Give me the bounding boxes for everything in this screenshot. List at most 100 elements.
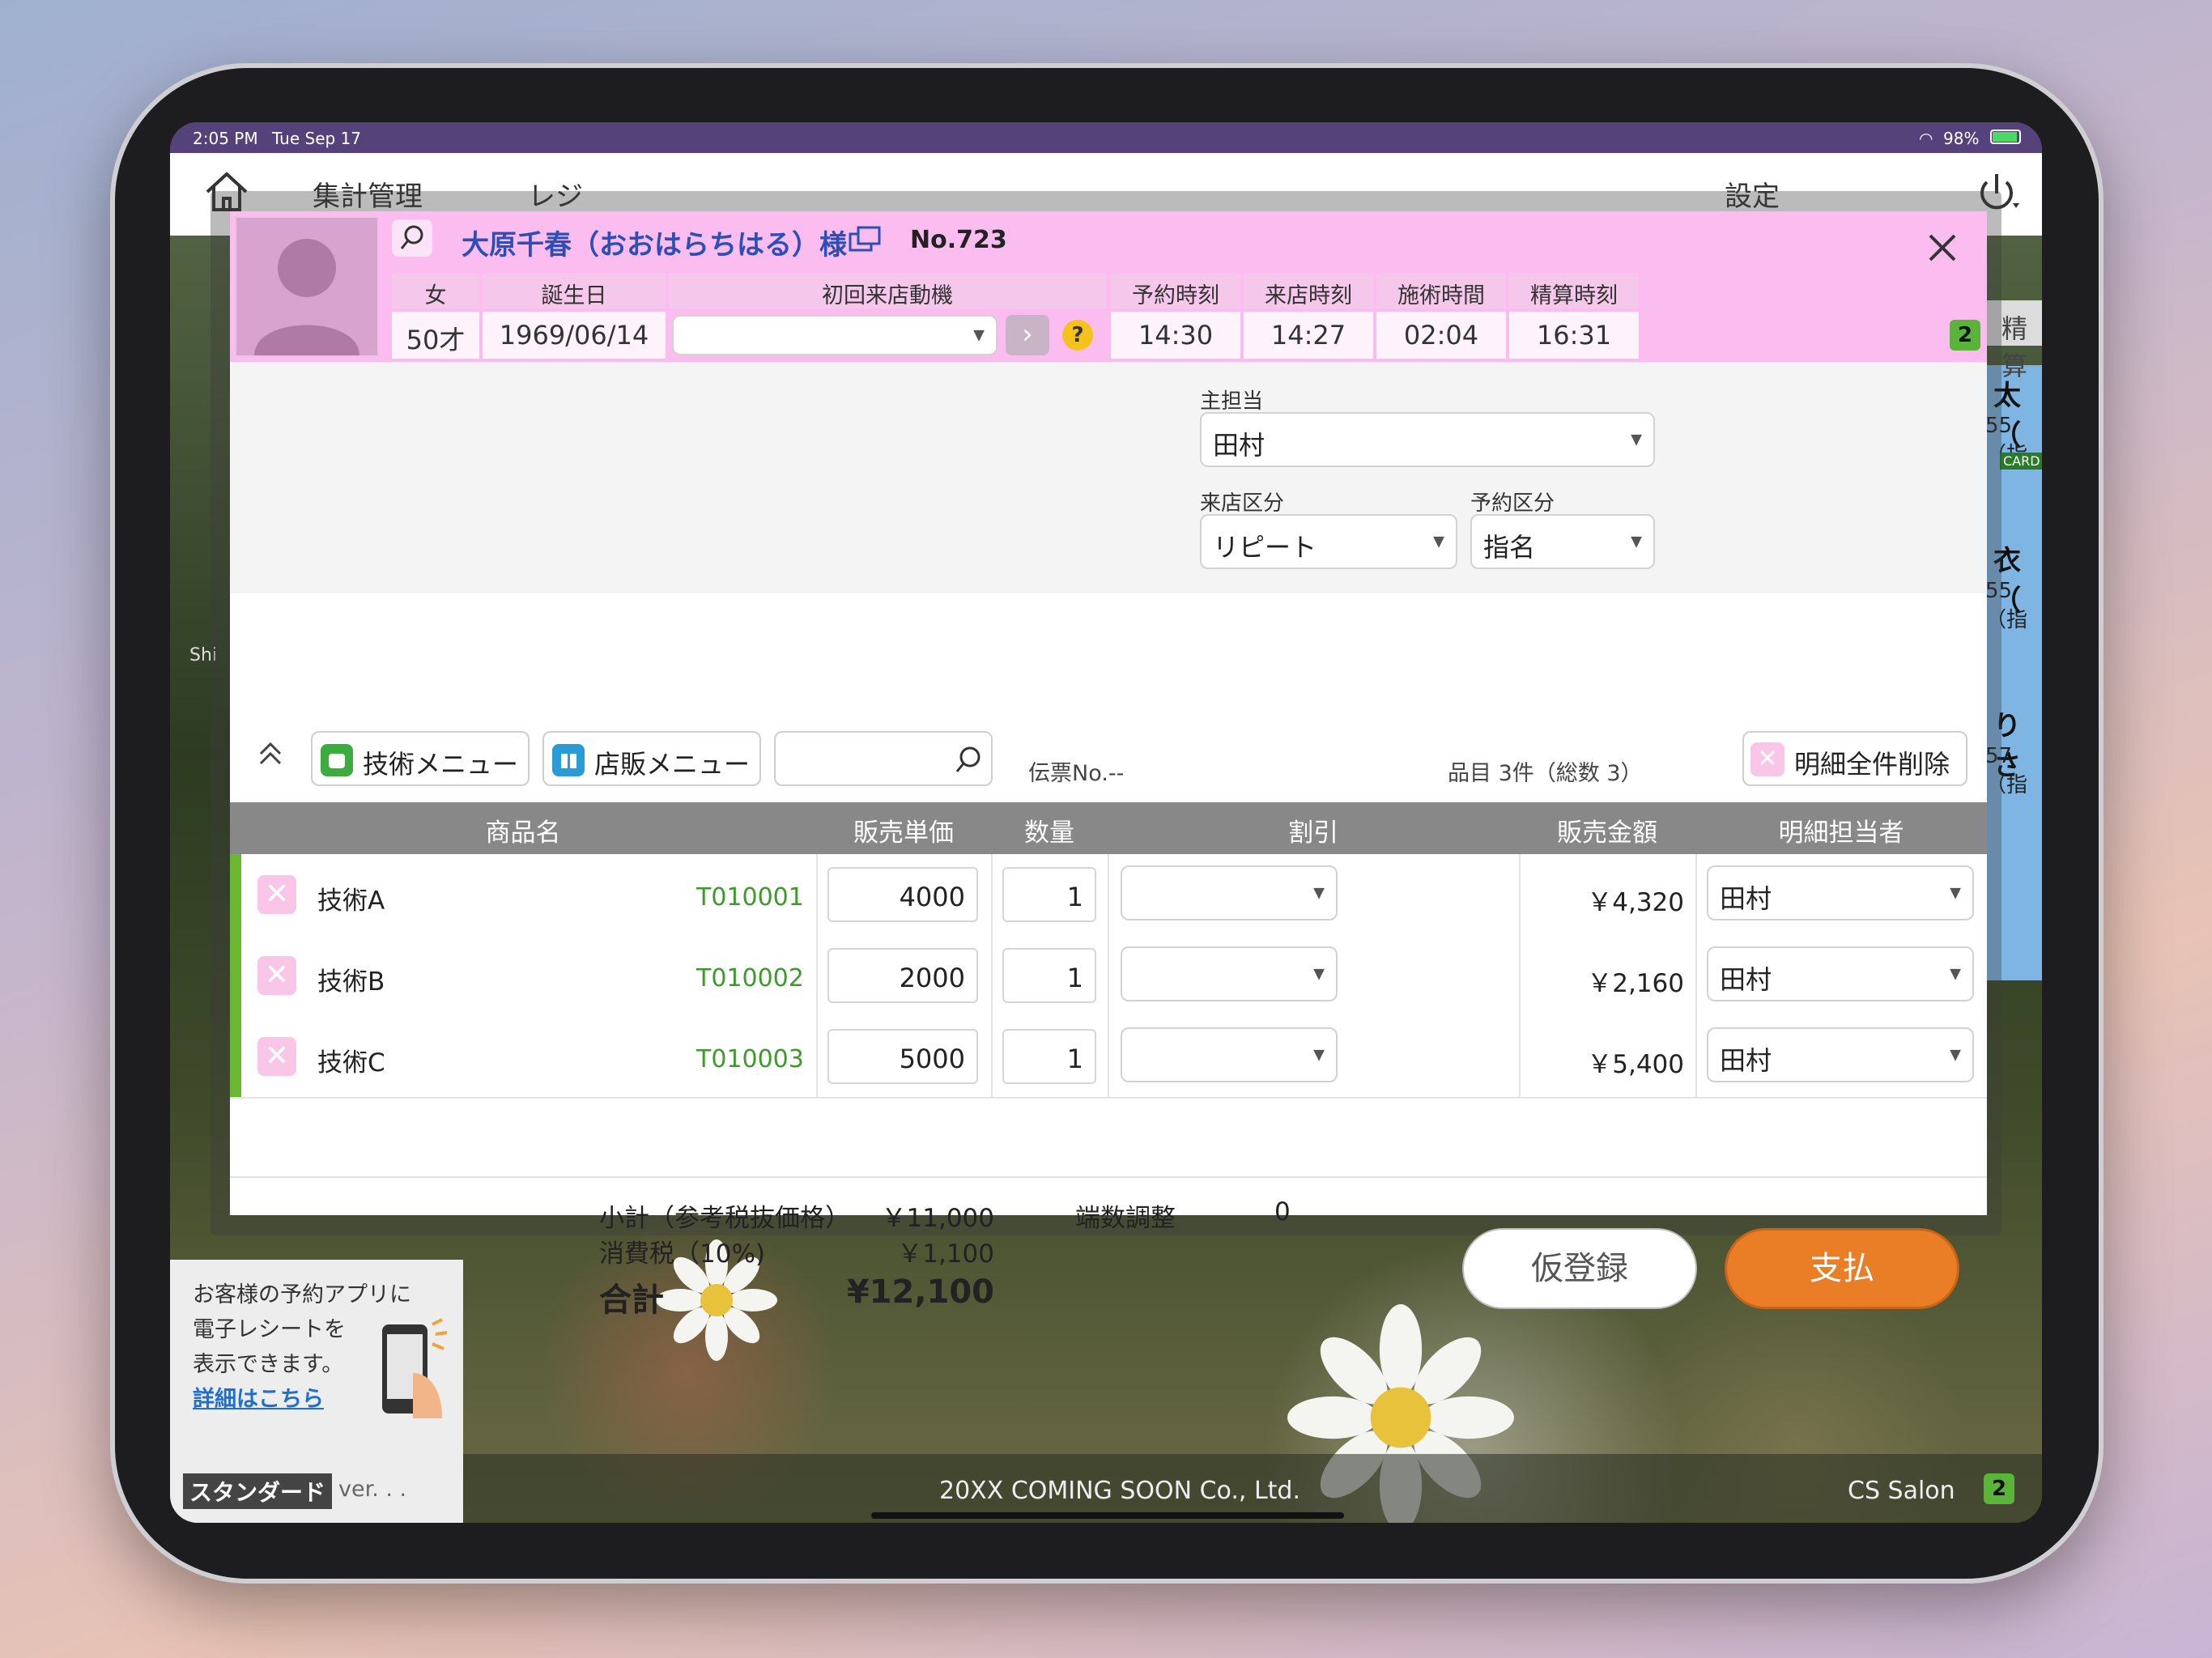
battery-icon: [1990, 130, 2021, 144]
salon-name: CS Salon: [1848, 1477, 1955, 1505]
row-price-input[interactable]: 2000: [827, 948, 978, 1003]
row-item-name: 技術C: [317, 1048, 385, 1078]
birthday-value: 1969/06/14: [483, 312, 666, 359]
collapse-up-icon[interactable]: [254, 738, 287, 770]
notification-badge[interactable]: 2: [1984, 1473, 2014, 1504]
row-amount: ￥4,320: [1587, 888, 1684, 917]
row-amount: ￥2,160: [1587, 969, 1684, 998]
row-discount-select[interactable]: ▼: [1121, 865, 1338, 920]
tax-value: ￥1,100: [897, 1239, 994, 1269]
pay-button[interactable]: 支払: [1725, 1228, 1959, 1309]
reservation-type-value: 指名: [1483, 532, 1536, 563]
customer-number: No.723: [910, 226, 1007, 254]
plan-badge: スタンダード: [183, 1473, 333, 1509]
home-indicator[interactable]: [871, 1512, 1344, 1519]
search-icon[interactable]: [392, 219, 432, 257]
tax-label: 消費税（10%): [599, 1239, 765, 1269]
visit-type-select[interactable]: リピート ▼: [1200, 514, 1457, 569]
version-label: ver. . .: [338, 1477, 407, 1502]
remove-row-icon[interactable]: ✕: [257, 1037, 296, 1076]
remove-row-icon[interactable]: ✕: [257, 956, 296, 995]
row-item-code: T010003: [696, 1045, 804, 1073]
row-discount-select[interactable]: ▼: [1121, 1027, 1338, 1082]
row-qty-input[interactable]: 1: [1002, 867, 1096, 922]
row-item-name: 技術A: [317, 886, 385, 916]
remove-row-icon[interactable]: ✕: [257, 875, 296, 914]
row-staff-select[interactable]: 田村 ▼: [1707, 865, 1974, 920]
dropdown-arrow-icon: ▼: [1950, 965, 1961, 983]
row-indicator: [230, 1016, 241, 1097]
reservation-type-label: 予約区分: [1470, 491, 1555, 516]
customer-name[interactable]: 大原千春（おおはらちはる）様: [462, 223, 847, 262]
row-staff-value: 田村: [1720, 964, 1772, 995]
row-price-input[interactable]: 4000: [827, 867, 978, 922]
product-search-input[interactable]: [774, 731, 993, 786]
chevron-right-icon[interactable]: ›: [1006, 315, 1049, 355]
gender-cell: 女: [392, 273, 479, 308]
main-staff-select[interactable]: 田村 ▼: [1200, 412, 1655, 467]
delete-all-button[interactable]: ✕ 明細全件削除: [1742, 731, 1967, 786]
dropdown-arrow-icon: ▼: [1631, 533, 1642, 551]
row-indicator: [230, 935, 241, 1016]
status-date: Tue Sep 17: [272, 129, 362, 148]
time-value-reserved: 14:30: [1111, 312, 1240, 359]
row-amount: ￥5,400: [1587, 1050, 1684, 1079]
checkout-modal: 大原千春（おおはらちはる）様 No.723 女 誕生日 初回来店動機 50才 1…: [230, 211, 1987, 1319]
retail-menu-button[interactable]: 店販メニュー: [542, 731, 761, 786]
tech-menu-label: 技術メニュー: [363, 749, 519, 780]
dropdown-arrow-icon: ▼: [973, 326, 985, 344]
close-icon[interactable]: [1922, 227, 1963, 268]
search-icon[interactable]: [951, 742, 986, 778]
dropdown-arrow-icon: ▼: [1433, 533, 1444, 551]
status-time: 2:05 PM: [193, 129, 258, 148]
col-header-name: 商品名: [485, 818, 561, 848]
row-price-input[interactable]: 5000: [827, 1029, 978, 1084]
dropdown-arrow-icon: ▼: [1313, 1046, 1325, 1064]
birthday-header: 誕生日: [483, 273, 666, 308]
wifi-icon: ◠: [1919, 129, 1933, 148]
line-items-header: 商品名 販売単価 数量 割引 販売金額 明細担当者: [230, 802, 1987, 854]
provisional-save-button[interactable]: 仮登録: [1462, 1228, 1697, 1309]
item-count: 品目 3件（総数 3）: [1448, 761, 1643, 786]
row-indicator: [230, 854, 241, 935]
column-divider: [816, 854, 818, 1097]
total-value: ¥12,100: [846, 1273, 994, 1311]
row-staff-select[interactable]: 田村 ▼: [1707, 1027, 1974, 1082]
col-header-qty: 数量: [1024, 818, 1074, 848]
row-staff-select[interactable]: 田村 ▼: [1707, 946, 1974, 1001]
product-icon: [552, 744, 585, 776]
time-header-reserved: 予約時刻: [1111, 273, 1240, 308]
row-discount-select[interactable]: ▼: [1121, 946, 1338, 1001]
dropdown-arrow-icon: ▼: [1313, 965, 1325, 983]
retail-menu-label: 店販メニュー: [594, 749, 751, 780]
column-divider: [1519, 854, 1521, 1097]
status-bar: 2:05 PM Tue Sep 17 ◠ 98%: [170, 122, 2042, 153]
time-value-duration: 02:04: [1376, 312, 1506, 359]
time-value-checkout: 16:31: [1509, 312, 1639, 359]
column-divider: [1695, 854, 1697, 1097]
row-item-name: 技術B: [317, 967, 385, 997]
rounding-value[interactable]: 0: [1274, 1197, 1291, 1226]
col-header-amount: 販売金額: [1557, 818, 1657, 848]
row-qty-input[interactable]: 1: [1002, 1029, 1096, 1084]
slip-number: 伝票No.--: [1028, 761, 1125, 786]
visit-type-label: 来店区分: [1200, 491, 1285, 516]
rounding-label: 端数調整: [1075, 1204, 1176, 1233]
motive-select[interactable]: ▼: [672, 315, 998, 355]
open-window-icon[interactable]: [849, 226, 881, 253]
customer-avatar: [235, 216, 379, 357]
help-icon[interactable]: ?: [1062, 320, 1093, 351]
reservation-type-select[interactable]: 指名 ▼: [1470, 514, 1655, 569]
footer-divider: [230, 1176, 1987, 1178]
notification-badge[interactable]: 2: [1950, 320, 1980, 351]
dropdown-arrow-icon: ▼: [1631, 431, 1642, 449]
tech-menu-button[interactable]: 技術メニュー: [311, 731, 530, 786]
row-qty-input[interactable]: 1: [1002, 948, 1096, 1003]
row-item-code: T010001: [696, 883, 804, 912]
time-header-duration: 施術時間: [1376, 273, 1506, 308]
dropdown-arrow-icon: ▼: [1313, 884, 1325, 902]
row-staff-value: 田村: [1720, 883, 1772, 914]
delete-icon: ✕: [1750, 742, 1784, 776]
main-staff-value: 田村: [1213, 430, 1266, 461]
motive-header: 初回来店動機: [669, 273, 1106, 308]
